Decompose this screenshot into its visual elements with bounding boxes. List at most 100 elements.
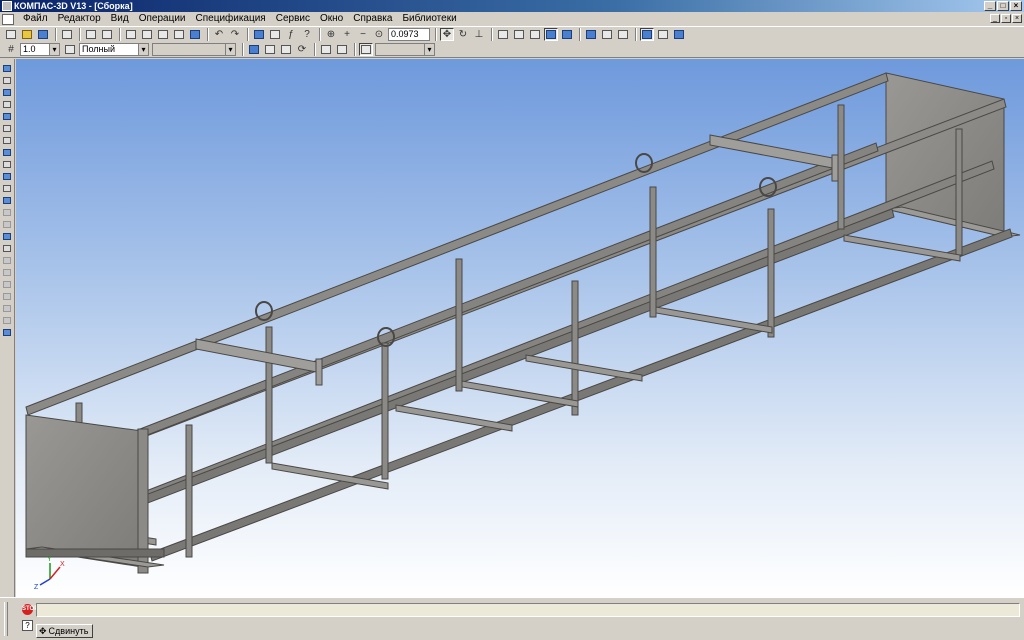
function-icon[interactable]: ƒ (284, 28, 298, 41)
toolbar-separator (435, 28, 437, 41)
style-combo[interactable]: Полный (79, 43, 149, 56)
menu-bar: Файл Редактор Вид Операции Спецификация … (0, 12, 1024, 26)
measure-icon[interactable] (2, 135, 13, 145)
redraw-icon[interactable]: ⟳ (295, 43, 309, 56)
manager-icon[interactable] (252, 28, 266, 41)
specification-icon[interactable] (188, 28, 202, 41)
model-viewport[interactable]: X Y Z (16, 59, 1024, 597)
annotation-icon[interactable] (2, 183, 13, 193)
filter-selection-icon[interactable] (2, 147, 13, 157)
shaded-edges-icon[interactable] (560, 28, 574, 41)
title-bar: КОМПАС-3D V13 - [Сборка] _ □ × (0, 0, 1024, 12)
disabled-tool-icon[interactable] (2, 255, 13, 265)
doc-restore-button[interactable]: ▫ (1001, 14, 1011, 23)
properties-icon[interactable] (672, 28, 686, 41)
copy-icon[interactable] (140, 28, 154, 41)
zoom-scale-icon[interactable]: ⊙ (372, 28, 386, 41)
hidden-lines-icon[interactable] (512, 28, 526, 41)
disabled-combo[interactable] (375, 43, 435, 56)
snap-icon[interactable] (263, 43, 277, 56)
tree-icon[interactable] (640, 28, 654, 41)
surfaces-icon[interactable] (2, 87, 13, 97)
context-help-icon[interactable]: ? (300, 28, 314, 41)
ortho-icon[interactable] (319, 43, 333, 56)
export-icon[interactable] (100, 28, 114, 41)
zoom-scale-input[interactable]: 0.0973 (388, 28, 430, 41)
variables-icon[interactable] (268, 28, 282, 41)
move-arrows-icon: ✥ (39, 626, 47, 636)
minimize-button[interactable]: _ (984, 1, 996, 11)
preview-icon[interactable] (84, 28, 98, 41)
snap-local-icon[interactable] (247, 43, 261, 56)
help-icon[interactable]: ? (22, 620, 33, 631)
report-icon[interactable] (2, 171, 13, 181)
disabled-tool-icon[interactable] (2, 267, 13, 277)
disabled-tool-icon[interactable] (2, 303, 13, 313)
axis-y-label: Y (47, 556, 52, 563)
menu-specification[interactable]: Спецификация (191, 12, 271, 26)
arrays-icon[interactable] (2, 99, 13, 109)
perspective-icon[interactable] (584, 28, 598, 41)
section-icon[interactable] (600, 28, 614, 41)
zoom-in-icon[interactable]: + (340, 28, 354, 41)
menu-help[interactable]: Справка (348, 12, 397, 26)
floor-cross-members (41, 234, 961, 546)
doc-close-button[interactable]: × (1012, 14, 1022, 23)
rotate-icon[interactable]: ↻ (456, 28, 470, 41)
disabled-tool-icon[interactable] (2, 219, 13, 229)
print-icon[interactable] (60, 28, 74, 41)
menu-editor[interactable]: Редактор (53, 12, 106, 26)
open-folder-icon[interactable] (20, 28, 34, 41)
close-button[interactable]: × (1010, 1, 1022, 11)
grid-icon[interactable]: # (4, 43, 18, 56)
zoom-out-icon[interactable]: − (356, 28, 370, 41)
selection-mode-icon[interactable] (359, 43, 373, 56)
panel-grip[interactable] (4, 602, 8, 636)
step-combo[interactable]: 1.0 (20, 43, 60, 56)
component-icon[interactable] (2, 243, 13, 253)
no-hidden-lines-icon[interactable] (528, 28, 542, 41)
filter-icon[interactable] (616, 28, 630, 41)
sheet-metal-icon[interactable] (2, 195, 13, 205)
empty-combo[interactable] (152, 43, 236, 56)
disabled-tool-icon[interactable] (2, 315, 13, 325)
specification-panel-icon[interactable] (2, 159, 13, 169)
cut-icon[interactable] (124, 28, 138, 41)
edit-icon[interactable] (279, 43, 293, 56)
paste-icon[interactable] (156, 28, 170, 41)
property-brush-icon[interactable] (172, 28, 186, 41)
menu-libraries[interactable]: Библиотеки (397, 12, 461, 26)
select-filter-icon[interactable] (335, 43, 349, 56)
save-icon[interactable] (36, 28, 50, 41)
auxiliary-geometry-icon[interactable] (2, 111, 13, 121)
orientation-icon[interactable]: ⊥ (472, 28, 486, 41)
menu-window[interactable]: Окно (315, 12, 348, 26)
menu-view[interactable]: Вид (106, 12, 134, 26)
disabled-tool-icon[interactable] (2, 291, 13, 301)
library-icon[interactable] (2, 327, 13, 337)
shift-button[interactable]: ✥ Сдвинуть (36, 624, 94, 638)
spatial-curves-icon[interactable] (2, 75, 13, 85)
maximize-button[interactable]: □ (997, 1, 1009, 11)
zoom-window-icon[interactable]: ⊕ (324, 28, 338, 41)
redo-icon[interactable]: ↷ (228, 28, 242, 41)
mates-icon[interactable] (2, 123, 13, 133)
menu-service[interactable]: Сервис (271, 12, 315, 26)
assembly-icon[interactable] (2, 231, 13, 241)
toolbar-separator (207, 28, 209, 41)
layer-style-icon[interactable] (63, 43, 77, 56)
new-document-icon[interactable] (4, 28, 18, 41)
pan-icon[interactable]: ✥ (440, 28, 454, 41)
library-manager-icon[interactable] (656, 28, 670, 41)
document-icon[interactable] (2, 13, 14, 25)
editing-details-icon[interactable] (2, 63, 13, 73)
disabled-tool-icon[interactable] (2, 207, 13, 217)
disabled-tool-icon[interactable] (2, 279, 13, 289)
shaded-icon[interactable] (544, 28, 558, 41)
menu-file[interactable]: Файл (18, 12, 53, 26)
wireframe-icon[interactable] (496, 28, 510, 41)
stop-icon[interactable]: STOP (22, 604, 38, 615)
menu-operations[interactable]: Операции (134, 12, 191, 26)
doc-minimize-button[interactable]: _ (990, 14, 1000, 23)
undo-icon[interactable]: ↶ (212, 28, 226, 41)
